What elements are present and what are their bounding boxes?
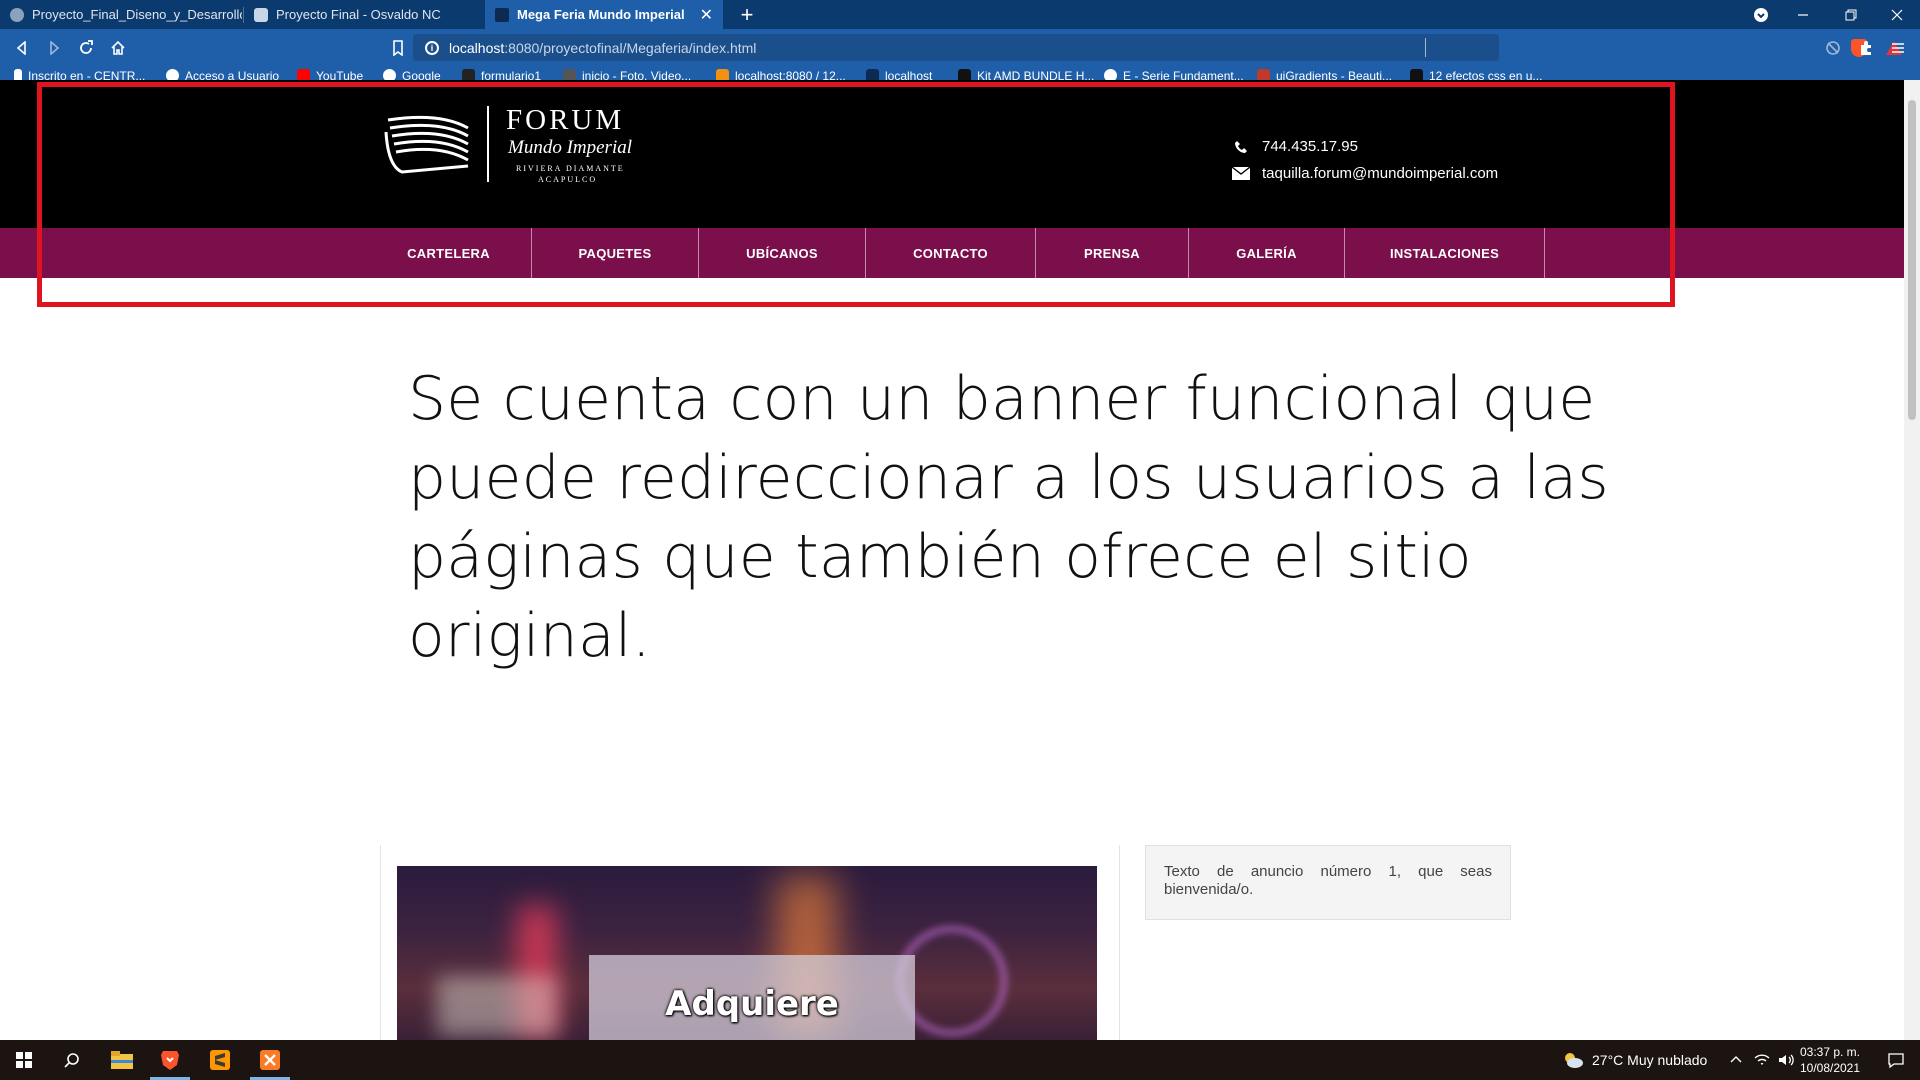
gradient-icon bbox=[1257, 69, 1270, 80]
file-explorer-icon[interactable] bbox=[98, 1040, 146, 1080]
address-bar[interactable]: i localhost:8080/proyectofinal/Megaferia… bbox=[413, 34, 1902, 61]
tab-title: Proyecto_Final_Diseno_y_Desarrollo_C bbox=[32, 7, 242, 22]
tab-title: Mega Feria Mundo Imperial bbox=[517, 7, 685, 22]
clock-date: 10/08/2021 bbox=[1799, 1061, 1861, 1075]
xampp-icon[interactable] bbox=[246, 1040, 294, 1080]
bookmark-item[interactable]: localhost bbox=[866, 69, 932, 80]
bird-icon bbox=[254, 7, 268, 22]
notifications-icon[interactable] bbox=[1872, 1040, 1920, 1080]
globe-icon bbox=[10, 7, 24, 22]
menu-icon[interactable] bbox=[1886, 36, 1910, 60]
page-viewport: FORUM Mundo Imperial RIVIERA DIAMANTE AC… bbox=[0, 80, 1904, 1040]
system-clock[interactable]: 03:37 p. m. 10/08/2021 bbox=[1790, 1044, 1870, 1076]
page-scrollbar[interactable] bbox=[1904, 80, 1920, 1040]
site-favicon-icon bbox=[495, 7, 509, 22]
tray-icons[interactable] bbox=[1730, 1040, 1794, 1080]
weather-text: 27°C Muy nublado bbox=[1592, 1052, 1708, 1068]
new-tab-button[interactable]: + bbox=[733, 0, 761, 29]
browser-tab-strip: Proyecto_Final_Diseno_y_Desarrollo_C Pro… bbox=[0, 0, 1920, 29]
promo-text[interactable]: Adquiere bbox=[589, 984, 915, 1024]
bookmark-item[interactable]: Acceso a Usuario bbox=[166, 69, 279, 80]
bookmark-item[interactable]: localhost:8080 / 12... bbox=[716, 69, 846, 80]
bookmark-item[interactable]: E - Serie Fundament... bbox=[1104, 69, 1244, 80]
close-window-icon[interactable] bbox=[1874, 0, 1920, 29]
bookmark-item[interactable]: 12 efectos css en u... bbox=[1410, 69, 1542, 80]
localhost-icon bbox=[866, 69, 879, 80]
windows-start-icon[interactable] bbox=[0, 1040, 48, 1080]
photo-icon bbox=[563, 69, 576, 80]
form-icon bbox=[462, 69, 475, 80]
u-logo-icon bbox=[14, 69, 22, 80]
bookmark-item[interactable]: Google bbox=[383, 69, 441, 80]
globe-icon bbox=[1104, 69, 1117, 80]
cloud-sun-icon bbox=[1565, 1053, 1583, 1068]
browser-tab-1[interactable]: Proyecto_Final_Diseno_y_Desarrollo_C bbox=[0, 0, 242, 29]
bookmark-icon[interactable] bbox=[386, 36, 410, 60]
close-icon[interactable]: ✕ bbox=[700, 5, 713, 25]
bookmark-item[interactable]: Kit AMD BUNDLE H... bbox=[958, 69, 1094, 80]
globe-icon bbox=[166, 69, 179, 80]
back-icon[interactable] bbox=[10, 36, 34, 60]
light-blur bbox=[437, 976, 557, 1036]
url-text: localhost:8080/proyectofinal/Megaferia/i… bbox=[449, 39, 757, 56]
windows-taskbar: 27°C Muy nublado 03:37 p. m. 10/08/2021 bbox=[0, 1040, 1920, 1080]
home-icon[interactable] bbox=[106, 36, 130, 60]
site-info-icon[interactable]: i bbox=[425, 40, 439, 55]
ad-box: Texto de anuncio número 1, que seas bien… bbox=[1145, 845, 1511, 920]
promo-banner[interactable]: Adquiere bbox=[397, 866, 1097, 1040]
youtube-icon bbox=[297, 69, 310, 80]
forward-icon[interactable] bbox=[42, 36, 66, 60]
profile-menu-icon[interactable] bbox=[1738, 0, 1784, 29]
minimize-icon[interactable] bbox=[1780, 0, 1826, 29]
bookmark-item[interactable]: YouTube bbox=[297, 69, 363, 80]
vpn-icon[interactable] bbox=[1821, 36, 1845, 60]
browser-tab-2[interactable]: Proyecto Final - Osvaldo NC bbox=[244, 0, 484, 29]
page-headline: Se cuenta con un banner funcional que pu… bbox=[408, 364, 1609, 671]
wifi-icon[interactable] bbox=[1754, 1053, 1770, 1067]
annotation-highlight-box bbox=[37, 82, 1675, 307]
video-icon bbox=[1410, 69, 1423, 80]
bookmarks-bar: Inscrito en - CENTR... Acceso a Usuario … bbox=[0, 66, 1920, 80]
tab-title: Proyecto Final - Osvaldo NC bbox=[276, 7, 441, 22]
sublime-text-icon[interactable] bbox=[196, 1040, 244, 1080]
restore-icon[interactable] bbox=[1828, 0, 1874, 29]
phpmyadmin-icon bbox=[716, 69, 729, 80]
bookmark-item[interactable]: Inscrito en - CENTR... bbox=[14, 69, 145, 80]
scrollbar-thumb[interactable] bbox=[1908, 100, 1916, 420]
bookmark-item[interactable]: formulario1 bbox=[462, 69, 541, 80]
clock-time: 03:37 p. m. bbox=[1799, 1045, 1861, 1059]
reload-icon[interactable] bbox=[74, 36, 98, 60]
bookmark-item[interactable]: inicio - Foto, Video... bbox=[563, 69, 691, 80]
google-icon bbox=[383, 69, 396, 80]
extensions-icon[interactable] bbox=[1854, 36, 1878, 60]
weather-widget[interactable]: 27°C Muy nublado bbox=[1562, 1040, 1707, 1080]
chevron-up-icon[interactable] bbox=[1730, 1054, 1742, 1066]
search-icon[interactable] bbox=[48, 1040, 96, 1080]
brave-browser-icon[interactable] bbox=[146, 1040, 194, 1080]
amd-icon bbox=[958, 69, 971, 80]
bookmark-item[interactable]: uiGradients - Beauti... bbox=[1257, 69, 1392, 80]
browser-tab-3[interactable]: Mega Feria Mundo Imperial ✕ bbox=[485, 0, 723, 29]
ad-text: Texto de anuncio número 1, que seas bien… bbox=[1164, 863, 1492, 898]
omnibox-divider bbox=[1425, 38, 1426, 57]
browser-toolbar: i localhost:8080/proyectofinal/Megaferia… bbox=[0, 29, 1920, 66]
